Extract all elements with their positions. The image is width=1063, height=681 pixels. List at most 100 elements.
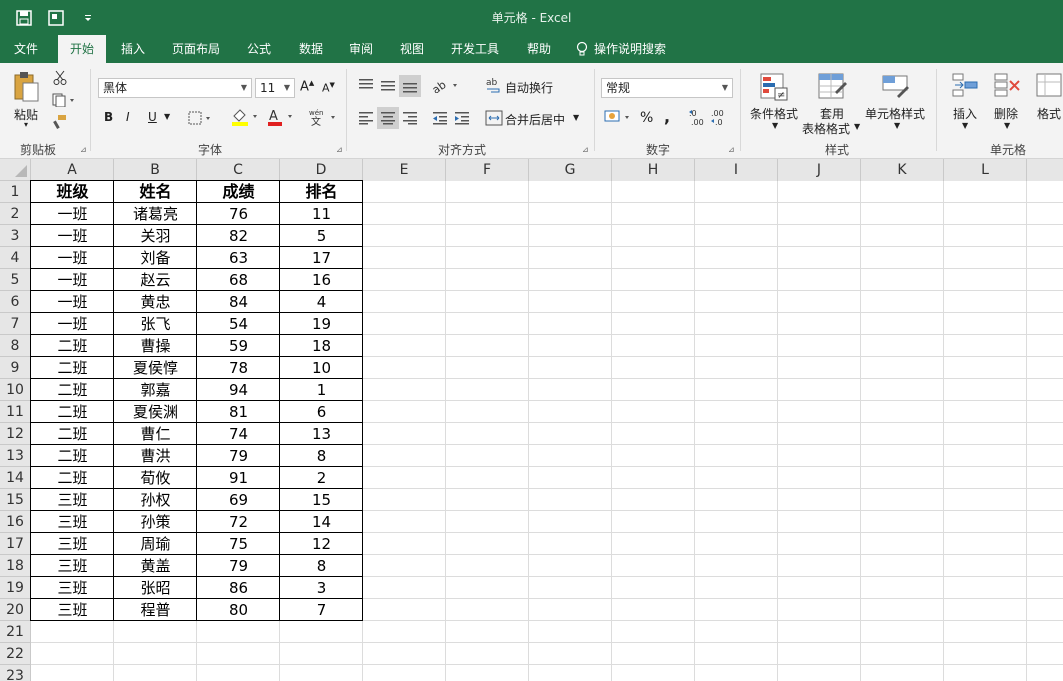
table-cell[interactable]: 2 [280,467,363,489]
table-cell[interactable]: 一班 [31,203,114,225]
row-header-15[interactable]: 15 [0,489,31,511]
tab-data[interactable]: 数据 [290,35,332,63]
column-header-L[interactable]: L [944,159,1027,181]
tab-help[interactable]: 帮助 [518,35,560,63]
table-cell[interactable]: 18 [280,335,363,357]
table-header-cell[interactable]: 班级 [31,181,114,203]
decrease-decimal-icon[interactable]: .00.0 [710,107,730,129]
table-cell[interactable]: 荀攸 [114,467,197,489]
comma-style-button[interactable]: , [664,107,670,126]
table-cell[interactable]: 14 [280,511,363,533]
font-name-combo[interactable]: 黑体 ▼ [98,78,252,98]
table-cell[interactable]: 59 [197,335,280,357]
align-center-icon[interactable] [377,107,399,129]
percent-style-button[interactable]: % [640,110,653,126]
conditional-formatting-icon[interactable]: ≠ [758,71,790,103]
underline-dropdown-icon[interactable]: ▼ [164,112,170,121]
table-cell[interactable]: 二班 [31,401,114,423]
table-cell[interactable]: 曹仁 [114,423,197,445]
increase-decimal-icon[interactable]: .0.00 [688,107,708,129]
row-header-23[interactable]: 23 [0,665,31,681]
row-header-7[interactable]: 7 [0,313,31,335]
column-header-G[interactable]: G [529,159,612,181]
column-header-F[interactable]: F [446,159,529,181]
table-cell[interactable]: 郭嘉 [114,379,197,401]
table-cell[interactable]: 54 [197,313,280,335]
table-cell[interactable]: 81 [197,401,280,423]
cut-icon[interactable] [50,69,70,87]
row-header-18[interactable]: 18 [0,555,31,577]
table-cell[interactable]: 程普 [114,599,197,621]
table-cell[interactable]: 79 [197,445,280,467]
tab-file[interactable]: 文件 [4,35,48,63]
table-cell[interactable]: 68 [197,269,280,291]
tell-me-search[interactable]: 操作说明搜索 [576,35,686,63]
tab-developer[interactable]: 开发工具 [442,35,508,63]
tab-insert[interactable]: 插入 [112,35,154,63]
column-header-E[interactable]: E [363,159,446,181]
table-cell[interactable]: 80 [197,599,280,621]
insert-cells-button[interactable]: 插入 [953,105,977,122]
table-cell[interactable]: 一班 [31,225,114,247]
row-header-17[interactable]: 17 [0,533,31,555]
increase-font-size-icon[interactable]: A▲ [300,79,314,94]
table-cell[interactable]: 1 [280,379,363,401]
table-cell[interactable]: 63 [197,247,280,269]
font-size-combo[interactable]: 11 ▼ [255,78,295,98]
row-header-19[interactable]: 19 [0,577,31,599]
table-cell[interactable]: 张昭 [114,577,197,599]
select-all-corner[interactable] [0,159,31,181]
table-cell[interactable]: 孙权 [114,489,197,511]
table-cell[interactable]: 94 [197,379,280,401]
table-cell[interactable]: 19 [280,313,363,335]
phonetic-guide-icon[interactable]: wén 文 [306,107,340,127]
column-header-I[interactable]: I [695,159,778,181]
column-header-K[interactable]: K [861,159,944,181]
table-cell[interactable]: 二班 [31,445,114,467]
delete-dropdown-icon[interactable]: ▼ [1004,121,1010,130]
paste-dropdown-icon[interactable]: ▾ [24,120,28,129]
table-cell[interactable]: 3 [280,577,363,599]
row-header-21[interactable]: 21 [0,621,31,643]
row-header-14[interactable]: 14 [0,467,31,489]
delete-cells-icon[interactable] [992,71,1022,103]
table-cell[interactable]: 孙策 [114,511,197,533]
middle-align-icon[interactable] [378,75,398,95]
row-header-10[interactable]: 10 [0,379,31,401]
table-header-cell[interactable]: 姓名 [114,181,197,203]
merge-dropdown-icon[interactable]: ▼ [573,113,579,122]
row-header-1[interactable]: 1 [0,181,31,203]
align-left-icon[interactable] [356,108,376,128]
format-cells-button[interactable]: 格式 [1037,105,1061,122]
table-cell[interactable]: 一班 [31,313,114,335]
conditional-formatting-button[interactable]: 条件格式 [750,105,798,122]
number-format-combo[interactable]: 常规 ▼ [601,78,733,98]
column-header-B[interactable]: B [114,159,197,181]
decrease-font-size-icon[interactable]: A▼ [322,81,335,95]
table-cell[interactable]: 黄盖 [114,555,197,577]
orientation-icon[interactable]: ab [430,75,462,95]
row-header-2[interactable]: 2 [0,203,31,225]
table-cell[interactable]: 17 [280,247,363,269]
row-header-11[interactable]: 11 [0,401,31,423]
row-header-4[interactable]: 4 [0,247,31,269]
font-color-icon[interactable]: A [264,107,298,127]
merge-center-button[interactable]: 合并后居中 [505,111,565,128]
table-cell[interactable]: 三班 [31,599,114,621]
fill-color-icon[interactable] [228,107,262,127]
table-cell[interactable]: 周瑜 [114,533,197,555]
column-header-J[interactable]: J [778,159,861,181]
cell-styles-icon[interactable] [880,71,912,103]
table-cell[interactable]: 三班 [31,511,114,533]
table-cell[interactable]: 二班 [31,379,114,401]
borders-icon[interactable] [186,109,214,127]
column-header-H[interactable]: H [612,159,695,181]
table-cell[interactable]: 二班 [31,423,114,445]
row-header-5[interactable]: 5 [0,269,31,291]
row-header-16[interactable]: 16 [0,511,31,533]
table-cell[interactable]: 91 [197,467,280,489]
table-cell[interactable]: 二班 [31,357,114,379]
align-right-icon[interactable] [400,108,420,128]
tab-view[interactable]: 视图 [391,35,433,63]
table-cell[interactable]: 13 [280,423,363,445]
